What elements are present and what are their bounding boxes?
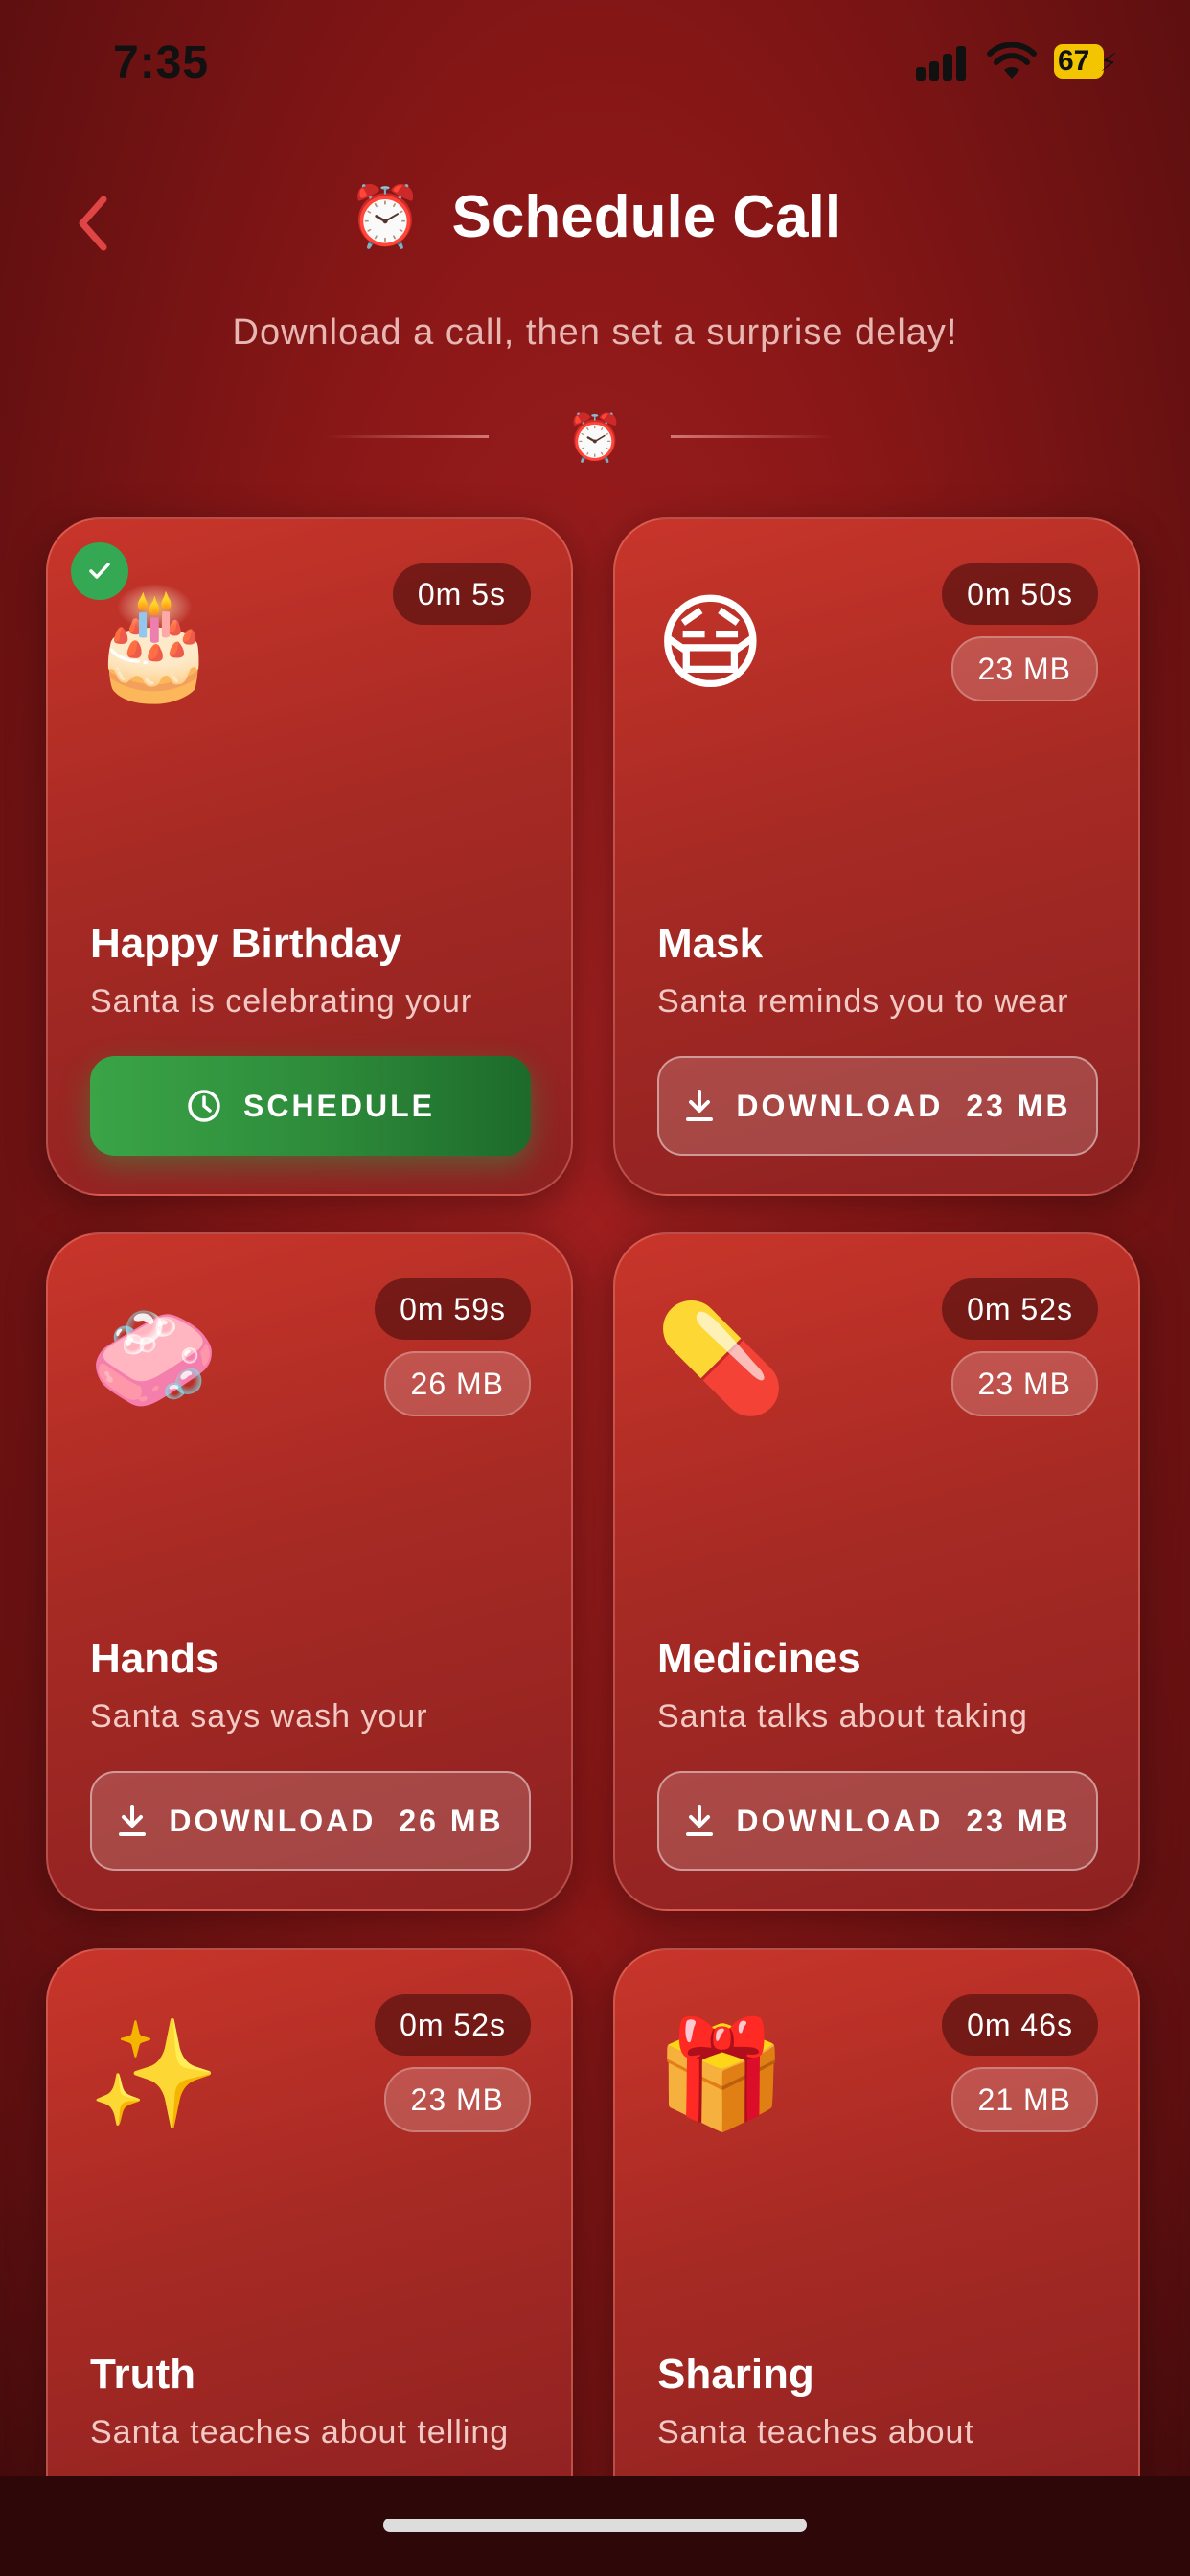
call-description: Santa teaches about [657,2414,974,2450]
call-description: Santa talks about taking [657,1698,1028,1735]
call-title: Truth [90,2351,195,2398]
call-description: Santa reminds you to wear [657,983,1069,1020]
call-title: Hands [90,1635,219,1682]
status-time: 7:35 [113,37,210,88]
download-button[interactable]: DOWNLOAD 26 MB [90,1771,531,1871]
call-title: Medicines [657,1635,861,1682]
call-title: Mask [657,920,764,967]
download-size: 23 MB [966,1088,1071,1123]
home-indicator[interactable] [383,2518,807,2532]
schedule-label: SCHEDULE [242,1088,435,1123]
duration-badge: 0m 59s [375,1278,531,1340]
page-subtitle: Download a call, then set a surprise del… [232,312,958,353]
duration-badge: 0m 50s [942,564,1098,625]
title-group: ⏰ Schedule Call [0,182,1190,252]
call-card-truth[interactable]: ✨ 0m 52s 23 MB Truth Santa teaches about… [46,1948,573,2542]
clock-icon [186,1088,222,1124]
page-title: Schedule Call [451,184,842,250]
download-label: DOWNLOAD [736,1088,944,1123]
download-icon [684,1089,715,1123]
download-icon [684,1804,715,1838]
download-button[interactable]: DOWNLOAD 23 MB [657,1771,1098,1871]
pill-icon: 💊 [655,1300,787,1417]
home-indicator-bar [0,2476,1190,2576]
status-bar: 7:35 67 ⚡ [0,0,1190,134]
size-badge: 23 MB [950,1351,1098,1416]
gift-icon: 🎁 [655,2015,787,2133]
birthday-cake-icon: 🎂 [88,585,219,702]
duration-badge: 0m 46s [942,1994,1098,2056]
duration-badge: 0m 5s [392,564,531,625]
alarm-clock-divider-icon: ⏰ [566,413,624,464]
header: ⏰ Schedule Call [0,172,1190,278]
download-icon [117,1804,148,1838]
soap-icon: 🧼 [88,1300,219,1417]
face-with-mask-icon: 😷 [655,585,766,702]
sparkles-icon: ✨ [88,2015,219,2133]
section-divider: ⏰ [0,410,1190,468]
size-badge: 23 MB [950,636,1098,702]
call-card-sharing[interactable]: 🎁 0m 46s 21 MB Sharing Santa teaches abo… [613,1948,1140,2542]
download-button[interactable]: DOWNLOAD 23 MB [657,1056,1098,1156]
wifi-icon [987,42,1037,79]
size-badge: 21 MB [950,2067,1098,2132]
call-card-hands[interactable]: 🧼 0m 59s 26 MB Hands Santa says wash you… [46,1232,573,1911]
size-badge: 23 MB [383,2067,531,2132]
call-title: Happy Birthday [90,920,402,967]
battery-level: 67 [1058,45,1090,77]
call-card-mask[interactable]: 😷 0m 50s 23 MB Mask Santa reminds you to… [613,518,1140,1196]
download-label: DOWNLOAD [169,1803,377,1838]
duration-badge: 0m 52s [942,1278,1098,1340]
call-description: Santa says wash your [90,1698,428,1735]
download-label: DOWNLOAD [736,1803,944,1838]
download-size: 23 MB [966,1803,1071,1838]
call-card-medicines[interactable]: 💊 0m 52s 23 MB Medicines Santa talks abo… [613,1232,1140,1911]
call-card-happy-birthday[interactable]: 🎂 0m 5s Happy Birthday Santa is celebrat… [46,518,573,1196]
download-size: 26 MB [399,1803,504,1838]
downloaded-check-icon [71,542,128,600]
call-description: Santa teaches about telling [90,2414,510,2450]
call-description: Santa is celebrating your [90,983,473,1020]
alarm-clock-icon: ⏰ [348,184,423,250]
size-badge: 26 MB [383,1351,531,1416]
cellular-signal-icon [916,46,970,80]
schedule-button[interactable]: SCHEDULE [90,1056,531,1156]
call-title: Sharing [657,2351,814,2398]
duration-badge: 0m 52s [375,1994,531,2056]
battery-icon: 67 ⚡ [1054,44,1117,79]
